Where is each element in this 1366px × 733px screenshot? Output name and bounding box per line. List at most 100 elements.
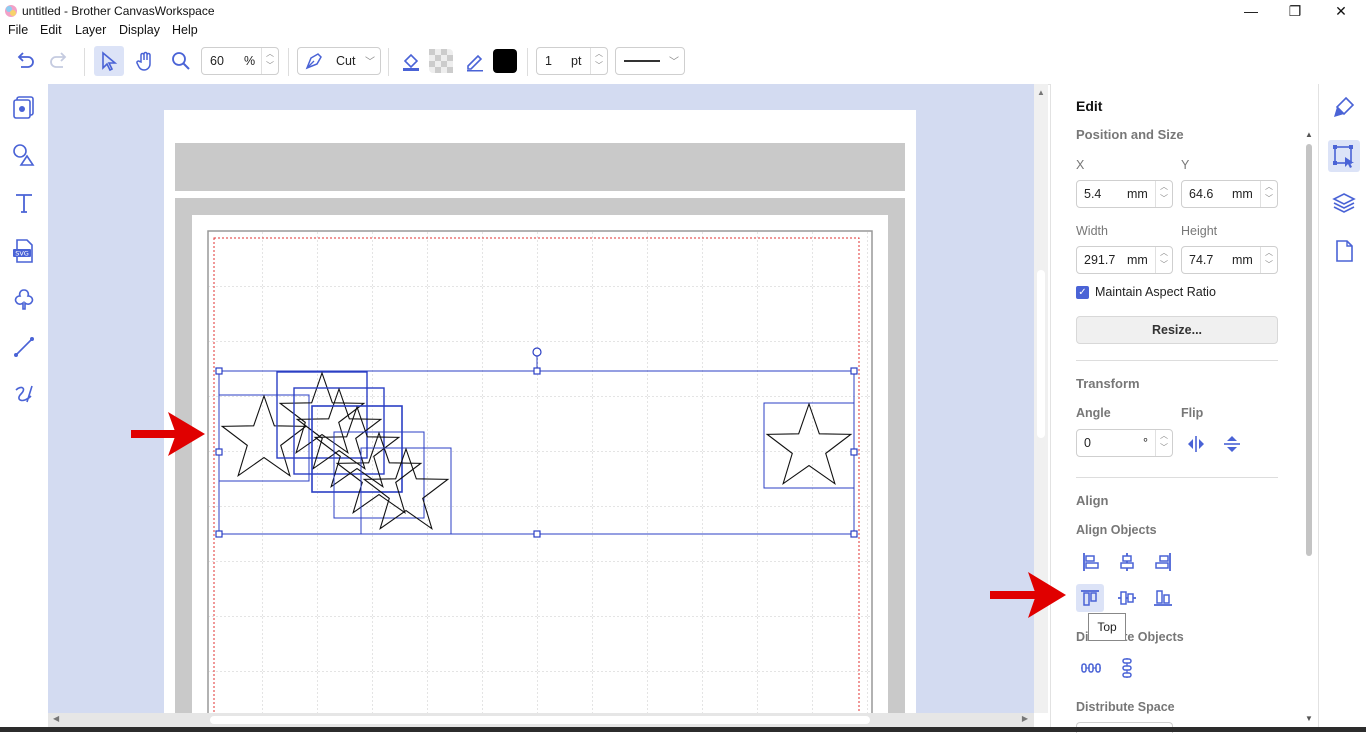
- minimize-button[interactable]: —: [1228, 0, 1274, 22]
- line-width-input[interactable]: 1 pt ︿ ﹀: [536, 47, 608, 75]
- line-style-select[interactable]: ﹀: [615, 47, 685, 75]
- fill-bucket-icon[interactable]: [396, 46, 426, 76]
- resize-handle[interactable]: [215, 448, 223, 456]
- width-stepper[interactable]: ︿ ﹀: [1155, 247, 1172, 273]
- resize-handle[interactable]: [850, 367, 858, 375]
- shapes-icon[interactable]: [9, 140, 39, 170]
- distribute-space-label: Distribute Space: [1076, 700, 1175, 714]
- mode-select[interactable]: Cut ﹀: [297, 47, 381, 75]
- height-value: 74.7: [1189, 253, 1214, 267]
- resize-handle[interactable]: [533, 530, 541, 538]
- resize-handle[interactable]: [533, 367, 541, 375]
- width-input[interactable]: 291.7 mm ︿ ﹀: [1076, 246, 1173, 274]
- cut-pen-icon: [305, 53, 322, 70]
- align-top-icon[interactable]: [1076, 584, 1104, 612]
- align-bottom-icon[interactable]: [1149, 584, 1177, 612]
- angle-stepper[interactable]: ︿ ﹀: [1155, 430, 1172, 456]
- text-icon[interactable]: [9, 188, 39, 218]
- y-unit: mm: [1232, 187, 1253, 201]
- svg-text:SVG: SVG: [15, 250, 29, 258]
- page-icon[interactable]: [1329, 236, 1359, 266]
- y-input[interactable]: 64.6 mm ︿ ﹀: [1181, 180, 1278, 208]
- aspect-ratio-label: Maintain Aspect Ratio: [1095, 285, 1216, 299]
- rotate-handle[interactable]: [532, 347, 542, 357]
- resize-handle[interactable]: [215, 530, 223, 538]
- chevron-down-icon: ﹀: [365, 57, 375, 68]
- align-right-icon[interactable]: [1149, 548, 1177, 576]
- title-bar: untitled - Brother CanvasWorkspace — ❐ ✕: [0, 0, 1366, 22]
- height-stepper[interactable]: ︿ ﹀: [1260, 247, 1277, 273]
- restore-button[interactable]: ❐: [1272, 0, 1318, 22]
- aspect-ratio-checkbox[interactable]: ✓: [1076, 286, 1089, 299]
- menu-display[interactable]: Display: [119, 23, 160, 37]
- scroll-up-icon[interactable]: ▲: [1037, 88, 1045, 97]
- edit-transform-icon[interactable]: [1328, 140, 1360, 172]
- angle-input[interactable]: 0 ° ︿ ﹀: [1076, 429, 1173, 457]
- panel-scroll-down-icon[interactable]: ▼: [1305, 714, 1313, 723]
- flip-label: Flip: [1181, 406, 1204, 420]
- brush-icon[interactable]: [1329, 92, 1359, 122]
- main-toolbar: 60 % ︿ ﹀ Cut ﹀ 1 pt ︿ ﹀ ﹀: [0, 40, 1366, 85]
- menu-bar: File Edit Layer Display Help: [0, 22, 1366, 40]
- flip-vertical-icon[interactable]: [1218, 430, 1246, 458]
- scroll-right-icon[interactable]: ▶: [1022, 714, 1028, 723]
- align-middle-vertical-icon[interactable]: [1113, 584, 1141, 612]
- menu-layer[interactable]: Layer: [75, 23, 106, 37]
- panel-title: Edit: [1076, 98, 1103, 114]
- project-icon[interactable]: [9, 92, 39, 122]
- canvas-drawing[interactable]: [48, 84, 1034, 713]
- resize-button[interactable]: Resize...: [1076, 316, 1278, 344]
- distribute-horizontal-icon[interactable]: [1077, 654, 1105, 682]
- redo-icon[interactable]: [44, 46, 74, 76]
- panel-scroll-thumb[interactable]: [1306, 144, 1312, 556]
- menu-edit[interactable]: Edit: [40, 23, 62, 37]
- align-center-horizontal-icon[interactable]: [1113, 548, 1141, 576]
- svg-icon[interactable]: SVG: [9, 236, 39, 266]
- resize-handle[interactable]: [215, 367, 223, 375]
- width-value: 291.7: [1084, 253, 1116, 267]
- x-input[interactable]: 5.4 mm ︿ ﹀: [1076, 180, 1173, 208]
- resize-handle[interactable]: [850, 530, 858, 538]
- canvas-area[interactable]: [48, 84, 1034, 713]
- vertical-scroll-thumb[interactable]: [1037, 270, 1045, 438]
- distribute-vertical-icon[interactable]: [1113, 654, 1141, 682]
- horizontal-scrollbar[interactable]: ◀ ▶: [48, 713, 1034, 727]
- line-icon[interactable]: [9, 332, 39, 362]
- zoom-tool-icon[interactable]: [166, 46, 196, 76]
- hand-tool-icon[interactable]: [130, 46, 160, 76]
- angle-unit: °: [1143, 436, 1148, 450]
- height-input[interactable]: 74.7 mm ︿ ﹀: [1181, 246, 1278, 274]
- fill-transparent-swatch[interactable]: [426, 46, 456, 76]
- horizontal-scroll-thumb[interactable]: [210, 716, 870, 724]
- menu-help[interactable]: Help: [172, 23, 198, 37]
- panel-scroll-up-icon[interactable]: ▲: [1305, 130, 1313, 139]
- stroke-pen-icon[interactable]: [460, 46, 490, 76]
- height-unit: mm: [1232, 253, 1253, 267]
- x-label: X: [1076, 158, 1085, 172]
- app-logo-icon: [5, 5, 17, 17]
- stroke-color-swatch[interactable]: [490, 46, 520, 76]
- undo-icon[interactable]: [10, 46, 40, 76]
- flip-horizontal-icon[interactable]: [1182, 430, 1210, 458]
- line-width-stepper[interactable]: ︿ ﹀: [590, 48, 607, 74]
- cloud-shape-icon[interactable]: [9, 284, 39, 314]
- x-stepper[interactable]: ︿ ﹀: [1155, 181, 1172, 207]
- scroll-left-icon[interactable]: ◀: [53, 714, 59, 723]
- window-title: untitled - Brother CanvasWorkspace: [22, 4, 215, 18]
- align-objects-label: Align Objects: [1076, 523, 1157, 537]
- freehand-icon[interactable]: [9, 380, 39, 410]
- menu-file[interactable]: File: [8, 23, 28, 37]
- layers-icon[interactable]: [1329, 188, 1359, 218]
- x-unit: mm: [1127, 187, 1148, 201]
- resize-handle[interactable]: [850, 448, 858, 456]
- y-stepper[interactable]: ︿ ﹀: [1260, 181, 1277, 207]
- align-left-icon[interactable]: [1077, 548, 1105, 576]
- width-unit: mm: [1127, 253, 1148, 267]
- line-width-value: 1: [545, 54, 552, 68]
- zoom-stepper[interactable]: ︿ ﹀: [261, 48, 278, 74]
- select-tool-icon[interactable]: [94, 46, 124, 76]
- align-heading: Align: [1076, 493, 1109, 508]
- zoom-input[interactable]: 60 % ︿ ﹀: [201, 47, 279, 75]
- chevron-down-icon: ﹀: [669, 57, 679, 68]
- close-button[interactable]: ✕: [1318, 0, 1364, 22]
